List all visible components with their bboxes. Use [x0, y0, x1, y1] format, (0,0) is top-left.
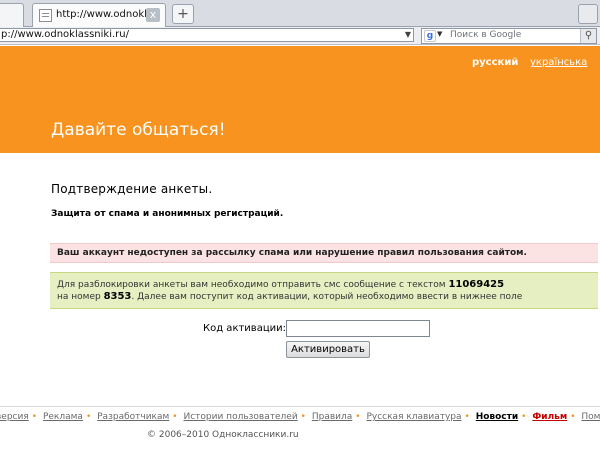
info-line-2-prefix: на номер	[57, 292, 104, 302]
bullet-separator: •	[355, 412, 361, 422]
footer-link-film[interactable]: Фильм	[532, 412, 567, 422]
hero-heading: Давайте общаться!	[51, 120, 226, 140]
chevron-down-icon[interactable]: ▼	[402, 29, 414, 41]
footer-link-news[interactable]: Новости	[476, 412, 518, 422]
bullet-separator: •	[300, 412, 306, 422]
footer-link-version[interactable]: версия	[0, 412, 29, 422]
search-engine-selector[interactable]: g ▼	[424, 30, 444, 42]
page-subtitle: Защита от спама и анонимных регистраций.	[51, 209, 284, 219]
activation-code-label: Код активации:	[203, 323, 286, 334]
footer-link-help[interactable]: Помощь	[581, 412, 600, 422]
info-line-2: на номер 8353. Далее вам поступит код ак…	[57, 291, 522, 302]
tab-active[interactable]: http://www.odnoklassni... x	[32, 3, 166, 27]
close-icon[interactable]: x	[146, 8, 160, 22]
error-text: Ваш аккаунт недоступен за рассылку спама…	[57, 248, 527, 258]
footer-links: версия• Реклама• Разработчикам• Истории …	[0, 412, 600, 422]
search-icon[interactable]: ⚲	[580, 29, 596, 43]
info-message: Для разблокировки анкеты вам необходимо …	[50, 272, 598, 309]
error-message: Ваш аккаунт недоступен за рассылку спама…	[50, 243, 598, 263]
footer-link-developers[interactable]: Разработчикам	[97, 412, 169, 422]
page-icon	[39, 9, 52, 22]
bullet-separator: •	[85, 412, 92, 422]
page-title: Подтверждение анкеты.	[51, 182, 213, 196]
info-line-2-suffix: . Далее вам поступит код активации, кото…	[131, 292, 523, 302]
language-ukrainian-link[interactable]: українська	[530, 57, 587, 68]
google-icon: g	[424, 30, 436, 42]
bullet-separator: •	[464, 412, 470, 422]
activate-button[interactable]: Активировать	[286, 341, 370, 358]
footer-link-advertising[interactable]: Реклама	[43, 412, 83, 422]
search-input[interactable]: g ▼ Поиск в Google ⚲	[421, 28, 597, 44]
footer-link-user-stories[interactable]: Истории пользователей	[183, 412, 297, 422]
bullet-separator: •	[521, 412, 527, 422]
tab-previous[interactable]	[0, 3, 24, 27]
bullet-separator: •	[31, 412, 38, 422]
footer-link-russian-keyboard[interactable]: Русская клавиатура	[366, 412, 461, 422]
search-placeholder: Поиск в Google	[450, 30, 522, 40]
language-russian[interactable]: русский	[472, 57, 518, 68]
chevron-down-icon: ▼	[437, 30, 443, 38]
tab-bar: http://www.odnoklassni... x +	[0, 0, 600, 27]
bullet-separator: •	[570, 412, 576, 422]
footer-link-rules[interactable]: Правила	[312, 412, 352, 422]
address-bar[interactable]: p://www.odnoklassniki.ru/	[0, 28, 414, 42]
activation-code-input[interactable]	[286, 320, 430, 337]
tab-title: http://www.odnoklassni...	[56, 9, 148, 20]
copyright: © 2006–2010 Одноклассники.ru	[147, 430, 299, 440]
new-tab-button[interactable]: +	[172, 4, 194, 24]
sms-number: 8353	[103, 291, 132, 302]
info-line-1-text: Для разблокировки анкеты вам необходимо …	[57, 280, 449, 290]
url-text: p://www.odnoklassniki.ru/	[1, 29, 129, 40]
sms-code: 11069425	[448, 279, 505, 290]
header-banner: русский українська Давайте общаться!	[0, 46, 600, 153]
footer-divider	[0, 406, 600, 407]
info-line-1: Для разблокировки анкеты вам необходимо …	[57, 279, 504, 290]
bullet-separator: •	[172, 412, 178, 422]
tab-list-button[interactable]	[578, 4, 598, 24]
